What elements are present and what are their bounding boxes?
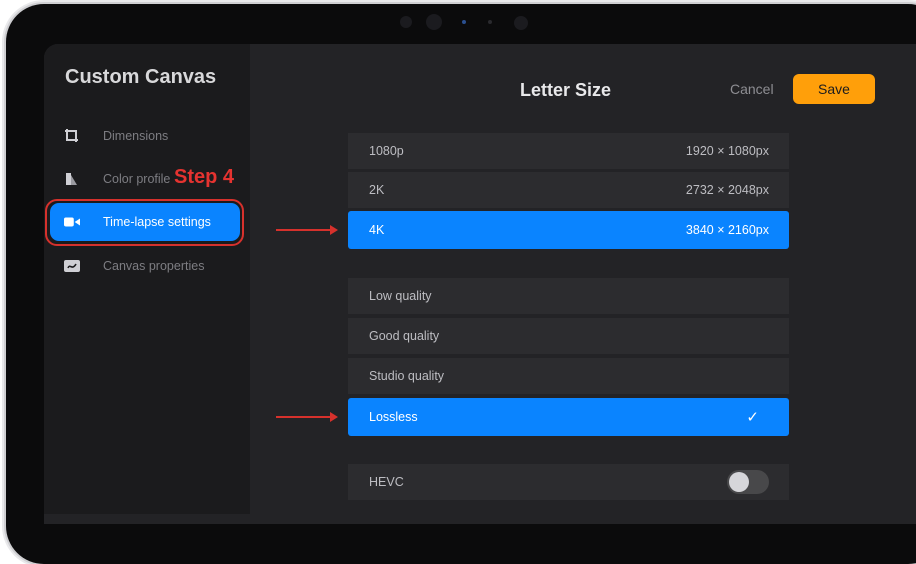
crop-corners-icon	[64, 128, 80, 144]
sidebar-item-label: Dimensions	[103, 129, 169, 143]
camera-lens-icon	[426, 14, 442, 30]
hevc-label: HEVC	[369, 475, 404, 489]
sidebar-item-label: Color profile	[103, 172, 171, 186]
option-size: 1920 × 1080px	[685, 144, 769, 158]
save-button[interactable]: Save	[793, 74, 875, 104]
option-name: Lossless	[369, 410, 418, 424]
resolution-option-4k[interactable]: 4K 3840 × 2160px	[348, 211, 789, 249]
sensor-icon	[400, 16, 412, 28]
option-name: Low quality	[369, 289, 432, 303]
camera-bar	[0, 4, 916, 40]
proximity-sensor-icon	[514, 16, 528, 30]
sidebar-item-dimensions[interactable]: Dimensions	[50, 117, 240, 155]
hevc-toggle[interactable]	[727, 470, 769, 494]
quality-option-good[interactable]: Good quality	[348, 318, 789, 354]
resolution-option-1080p[interactable]: 1080p 1920 × 1080px	[348, 133, 789, 169]
indicator-light-icon	[462, 20, 466, 24]
canvas-properties-icon	[64, 258, 80, 274]
cancel-button[interactable]: Cancel	[730, 81, 774, 97]
quality-option-studio[interactable]: Studio quality	[348, 358, 789, 394]
hevc-row: HEVC	[348, 464, 789, 500]
step-annotation: Step 4	[174, 166, 235, 188]
option-name: 2K	[369, 183, 385, 197]
sidebar-item-canvas-properties[interactable]: Canvas properties	[50, 247, 240, 285]
color-swatch-icon	[64, 171, 80, 187]
sidebar-item-label: Canvas properties	[103, 259, 205, 273]
resolution-option-2k[interactable]: 2K 2732 × 2048px	[348, 172, 789, 208]
toggle-knob	[729, 472, 749, 492]
checkmark-icon: ✓	[746, 409, 759, 426]
option-size: 2732 × 2048px	[685, 183, 769, 197]
quality-option-low[interactable]: Low quality	[348, 278, 789, 314]
option-name: Good quality	[369, 329, 440, 343]
annotation-arrow	[276, 225, 338, 235]
annotation-arrow	[276, 412, 338, 422]
sensor-dot-icon	[488, 20, 492, 24]
annotation-highlight-box	[45, 199, 244, 246]
option-size: 3840 × 2160px	[685, 223, 769, 237]
page-title: Letter Size	[520, 80, 612, 100]
quality-option-lossless[interactable]: Lossless ✓	[348, 398, 789, 436]
sidebar-title: Custom Canvas	[65, 66, 217, 88]
option-name: 4K	[369, 223, 385, 237]
option-name: 1080p	[369, 144, 404, 158]
option-name: Studio quality	[369, 369, 445, 383]
